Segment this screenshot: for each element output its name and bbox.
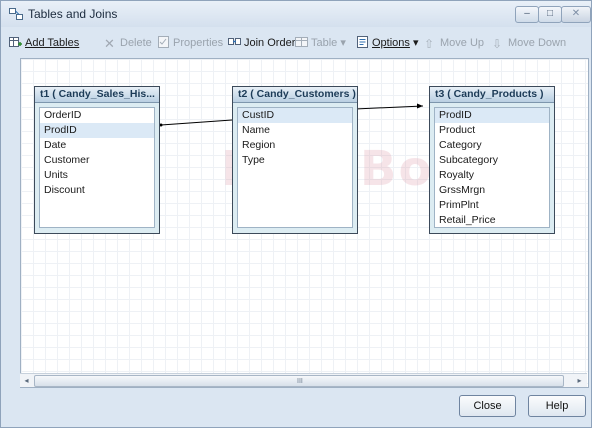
- column-item[interactable]: CustID: [238, 108, 352, 123]
- column-item[interactable]: Region: [238, 138, 352, 153]
- table-label: Table: [311, 37, 338, 49]
- join-order-icon: [228, 38, 241, 45]
- tables-and-joins-dialog: Tables and Joins – □ ✕ Add Tables ✕ Delet…: [0, 0, 592, 428]
- properties-icon: [158, 36, 169, 48]
- close-button[interactable]: Close: [459, 395, 516, 417]
- options-menu-button[interactable]: Options ▾: [356, 35, 419, 51]
- add-tables-icon: [9, 37, 22, 47]
- table-menu-button[interactable]: Table ▾: [295, 35, 346, 51]
- join-diagram-canvas[interactable]: DropBooks t1 ( Candy_Sales_His... OrderI…: [20, 58, 589, 388]
- table-t2-title[interactable]: t2 ( Candy_Customers ): [233, 87, 357, 103]
- join-order-label: Join Order: [244, 37, 296, 49]
- delete-icon: ✕: [104, 36, 115, 51]
- delete-label: Delete: [120, 37, 152, 49]
- arrow-down-icon: ⇩: [492, 37, 503, 51]
- table-t1-title[interactable]: t1 ( Candy_Sales_His...: [35, 87, 159, 103]
- join-order-button[interactable]: Join Order: [228, 35, 295, 51]
- options-icon: [357, 36, 368, 48]
- table-t1-columns: OrderID ProdID Date Customer Units Disco…: [39, 107, 155, 228]
- column-item[interactable]: OrderID: [40, 108, 154, 123]
- column-item[interactable]: PrimPlnt: [435, 198, 549, 213]
- table-t3[interactable]: t3 ( Candy_Products ) ProdID Product Cat…: [429, 86, 555, 234]
- scroll-left-arrow-icon[interactable]: ◂: [21, 375, 32, 386]
- column-item[interactable]: ProdID: [435, 108, 549, 123]
- table-t2[interactable]: t2 ( Candy_Customers ) CustID Name Regio…: [232, 86, 358, 234]
- column-item[interactable]: Name: [238, 123, 352, 138]
- help-button[interactable]: Help: [528, 395, 586, 417]
- column-item[interactable]: Units: [40, 168, 154, 183]
- add-tables-label: Add Tables: [25, 37, 80, 49]
- options-dropdown-arrow-icon: ▾: [412, 37, 419, 49]
- column-item[interactable]: Retail_Price: [435, 213, 549, 228]
- column-item[interactable]: Subcategory: [435, 153, 549, 168]
- table-dropdown-arrow-icon: ▾: [340, 37, 346, 49]
- column-item[interactable]: Discount: [40, 183, 154, 198]
- move-up-button[interactable]: ⇧ Move Up: [424, 35, 484, 51]
- window-title: Tables and Joins: [28, 7, 118, 21]
- column-item[interactable]: ProdID: [40, 123, 154, 138]
- close-window-button[interactable]: ✕: [561, 6, 591, 23]
- table-t2-columns: CustID Name Region Type: [237, 107, 353, 228]
- scroll-right-arrow-icon[interactable]: ▸: [574, 375, 585, 386]
- column-item[interactable]: Customer: [40, 153, 154, 168]
- toolbar: Add Tables ✕ Delete Properties Join Order…: [1, 31, 591, 55]
- add-tables-button[interactable]: Add Tables: [9, 35, 79, 51]
- title-bar: Tables and Joins – □ ✕: [1, 1, 591, 27]
- scrollbar-grip-icon: III: [297, 378, 303, 385]
- minimize-button[interactable]: –: [515, 6, 539, 23]
- properties-button[interactable]: Properties: [157, 35, 223, 51]
- join-arrowhead-icon: [417, 103, 423, 109]
- column-item[interactable]: Type: [238, 153, 352, 168]
- arrow-up-icon: ⇧: [424, 37, 435, 51]
- horizontal-scrollbar[interactable]: ◂ III ▸: [20, 373, 587, 387]
- options-label: Options: [372, 37, 410, 49]
- table-icon: [295, 37, 308, 47]
- table-t1[interactable]: t1 ( Candy_Sales_His... OrderID ProdID D…: [34, 86, 160, 234]
- properties-label: Properties: [173, 37, 224, 49]
- column-item[interactable]: Royalty: [435, 168, 549, 183]
- move-down-label: Move Down: [508, 37, 567, 49]
- column-item[interactable]: GrssMrgn: [435, 183, 549, 198]
- column-item[interactable]: Date: [40, 138, 154, 153]
- maximize-button[interactable]: □: [538, 6, 562, 23]
- join-line-t1-t2[interactable]: [160, 119, 233, 126]
- column-item[interactable]: Product: [435, 123, 549, 138]
- table-t3-columns: ProdID Product Category Subcategory Roya…: [434, 107, 550, 228]
- join-line-t2-t3[interactable]: [354, 105, 424, 110]
- move-up-label: Move Up: [440, 37, 485, 49]
- table-t3-title[interactable]: t3 ( Candy_Products ): [430, 87, 554, 103]
- tables-joins-icon: [9, 8, 23, 20]
- scrollbar-thumb[interactable]: III: [34, 375, 564, 387]
- column-item[interactable]: Category: [435, 138, 549, 153]
- move-down-button[interactable]: ⇩ Move Down: [492, 35, 566, 51]
- delete-button[interactable]: ✕ Delete: [104, 35, 152, 51]
